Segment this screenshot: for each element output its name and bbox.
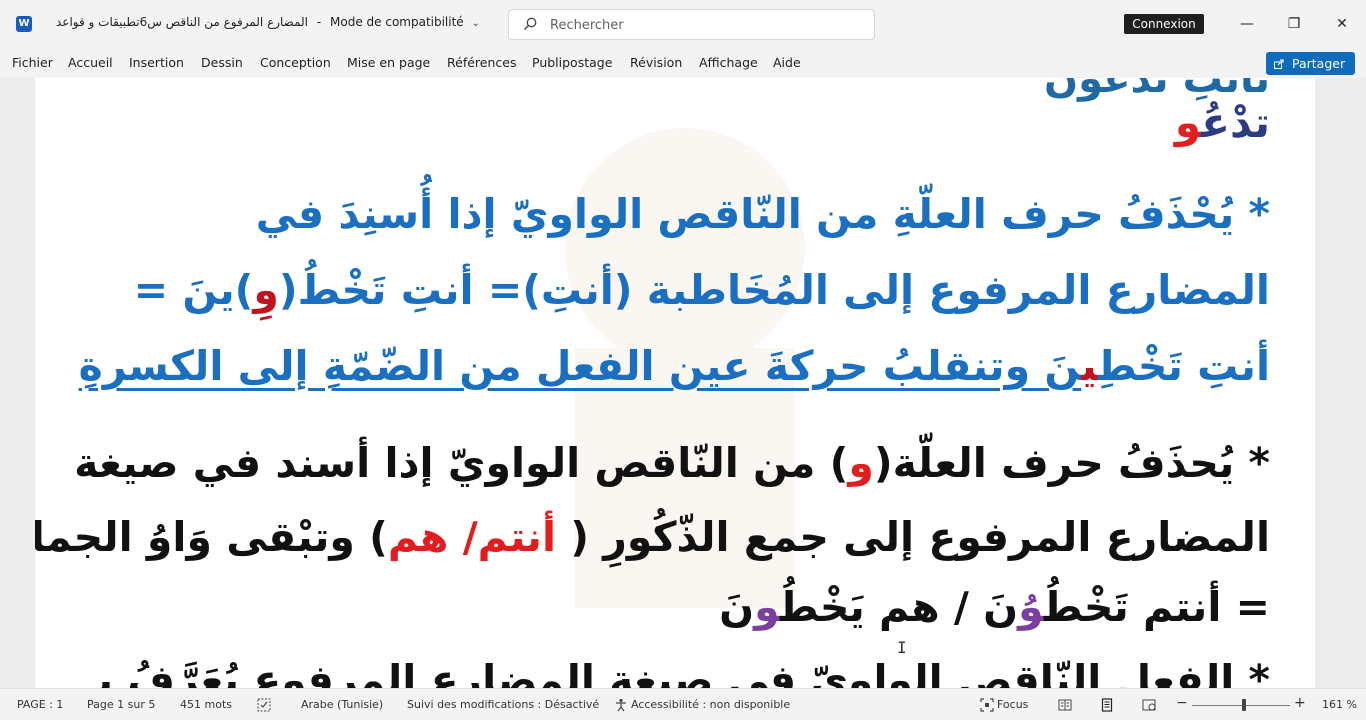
rule-2-line-3: = أنتم تَخْطُوُنَ / هم يَخْطُونَ (719, 572, 1270, 642)
rule-1-line-2-a: المضارع المرفوع إلى المُخَاطبة (أنتِ)= أ… (278, 266, 1270, 314)
status-bar: PAGE : 1 Page 1 sur 5 451 mots Arabe (Tu… (0, 688, 1366, 720)
chevron-down-icon[interactable]: ⌄ (472, 18, 480, 29)
rule-1-highlight-ya: ي (1081, 342, 1098, 390)
tab-insertion[interactable]: Insertion (129, 55, 184, 70)
rule-1-highlight-waw: وِ (253, 266, 279, 314)
share-button[interactable]: Partager ⌄ (1266, 52, 1355, 94)
web-layout-icon[interactable] (1142, 698, 1156, 712)
sign-in-button[interactable]: Connexion (1124, 14, 1204, 34)
rule-2-highlight-waw-2: و (754, 583, 780, 631)
document-title[interactable]: المضارع المرفوع من الناقص س6تطبيقات و قو… (56, 15, 480, 29)
rule-1-line-3-a: أنتِ تَخْطِ (1097, 342, 1270, 390)
rule-2-line-2-b: ) وتبْقى وَاوُ الجماعةِ (35, 513, 388, 561)
print-layout-icon[interactable] (1100, 698, 1114, 712)
example-word-stem: تدْعُ (1201, 98, 1270, 147)
ribbon-tabs: Fichier Accueil Insertion Dessin Concept… (0, 48, 1366, 78)
example-word: تدْعُو (1175, 98, 1270, 147)
rule-1-line-2-b: )ينَ = (133, 266, 254, 314)
tab-aide[interactable]: Aide (773, 55, 801, 70)
compatibility-mode: Mode de compatibilité (330, 15, 464, 29)
rule-2-highlight-pronouns: أنتم/ هم (387, 513, 557, 561)
search-placeholder: Rechercher (550, 18, 624, 33)
status-page[interactable]: PAGE : 1 (17, 698, 63, 711)
tab-conception[interactable]: Conception (260, 55, 331, 70)
accessibility-icon[interactable] (614, 698, 628, 712)
document-name: المضارع المرفوع من الناقص س6تطبيقات و قو… (56, 15, 309, 29)
rule-2-line-2-a: المضارع المرفوع إلى جمع الذّكُورِ ( (556, 513, 1270, 561)
rule-1-line-2: المضارع المرفوع إلى المُخَاطبة (أنتِ)= أ… (134, 252, 1270, 328)
focus-button[interactable]: Focus (997, 698, 1028, 711)
tab-publipostage[interactable]: Publipostage (532, 55, 612, 70)
restore-button[interactable]: ❐ (1282, 12, 1306, 36)
rule-2-highlight-waw-1: وُ (1018, 583, 1044, 631)
rule-2-line-1: * يُحذَفُ حرف العلّة(و) من النّاقص الواو… (74, 428, 1270, 498)
close-button[interactable]: ✕ (1330, 12, 1354, 36)
tab-revision[interactable]: Révision (630, 55, 682, 70)
rule-2-line-1-a: * يُحذَفُ حرف العلّة( (873, 439, 1270, 487)
minimize-button[interactable]: — (1235, 12, 1259, 36)
example-word-waw: و (1174, 98, 1202, 147)
document-canvas[interactable]: نأنتِ تَدْعُونَ تدْعُو * يُحْذَفُ حرف ال… (0, 78, 1366, 688)
zoom-slider-thumb[interactable] (1241, 699, 1246, 711)
status-page-count[interactable]: Page 1 sur 5 (87, 698, 155, 711)
zoom-level[interactable]: 161 % (1322, 698, 1357, 711)
status-word-count[interactable]: 451 mots (180, 698, 232, 711)
word-app-icon[interactable]: W (16, 16, 32, 32)
rule-2-line-3-c: نَ (719, 583, 755, 631)
title-separator: - (316, 15, 322, 29)
status-accessibility[interactable]: Accessibilité : non disponible (631, 698, 790, 711)
rule-1-line-3-b: نَ وتنقلبُ حركةَ عين الفعل من الضّمّةِ إ… (78, 342, 1082, 390)
tab-references[interactable]: Références (447, 55, 516, 70)
title-bar: W المضارع المرفوع من الناقص س6تطبيقات و … (0, 0, 1366, 48)
zoom-out-button[interactable]: − (1176, 695, 1188, 711)
search-icon (524, 17, 537, 30)
rule-1-line-1: * يُحْذَفُ حرف العلّةِ من النّاقص الواوي… (255, 190, 1270, 238)
search-box[interactable]: Rechercher (508, 9, 875, 40)
rule-2-line-3-b: نَ / هم يَخْطُ (779, 583, 1019, 631)
status-track-changes[interactable]: Suivi des modifications : Désactivé (407, 698, 599, 711)
zoom-in-button[interactable]: + (1294, 695, 1306, 711)
document-page[interactable]: نأنتِ تَدْعُونَ تدْعُو * يُحْذَفُ حرف ال… (35, 78, 1315, 688)
proofing-icon[interactable] (257, 698, 271, 712)
tab-accueil[interactable]: Accueil (68, 55, 113, 70)
rule-1-line-3: أنتِ تَخْطِينَ وتنقلبُ حركةَ عين الفعل م… (79, 328, 1270, 404)
partial-line-bottom: * الفعل النّاقص الواويّ في صيغة المضارع … (83, 656, 1270, 688)
share-label: Partager (1291, 56, 1346, 71)
tab-affichage[interactable]: Affichage (699, 55, 758, 70)
rule-2-line-1-b: ) من النّاقص الواويّ إذا أسند في صيغة (74, 439, 849, 487)
rule-2-highlight-waw: و (848, 439, 874, 487)
rule-2-line-3-a: = أنتم تَخْطُ (1043, 583, 1270, 631)
share-icon (1274, 59, 1284, 69)
focus-icon[interactable] (980, 698, 994, 712)
tab-mise-en-page[interactable]: Mise en page (347, 55, 430, 70)
text-cursor-icon: I (897, 638, 907, 657)
tab-fichier[interactable]: Fichier (12, 55, 53, 70)
read-mode-icon[interactable] (1058, 698, 1072, 712)
rule-2-line-2: المضارع المرفوع إلى جمع الذّكُورِ ( أنتم… (35, 502, 1270, 572)
tab-dessin[interactable]: Dessin (201, 55, 243, 70)
status-language[interactable]: Arabe (Tunisie) (301, 698, 383, 711)
